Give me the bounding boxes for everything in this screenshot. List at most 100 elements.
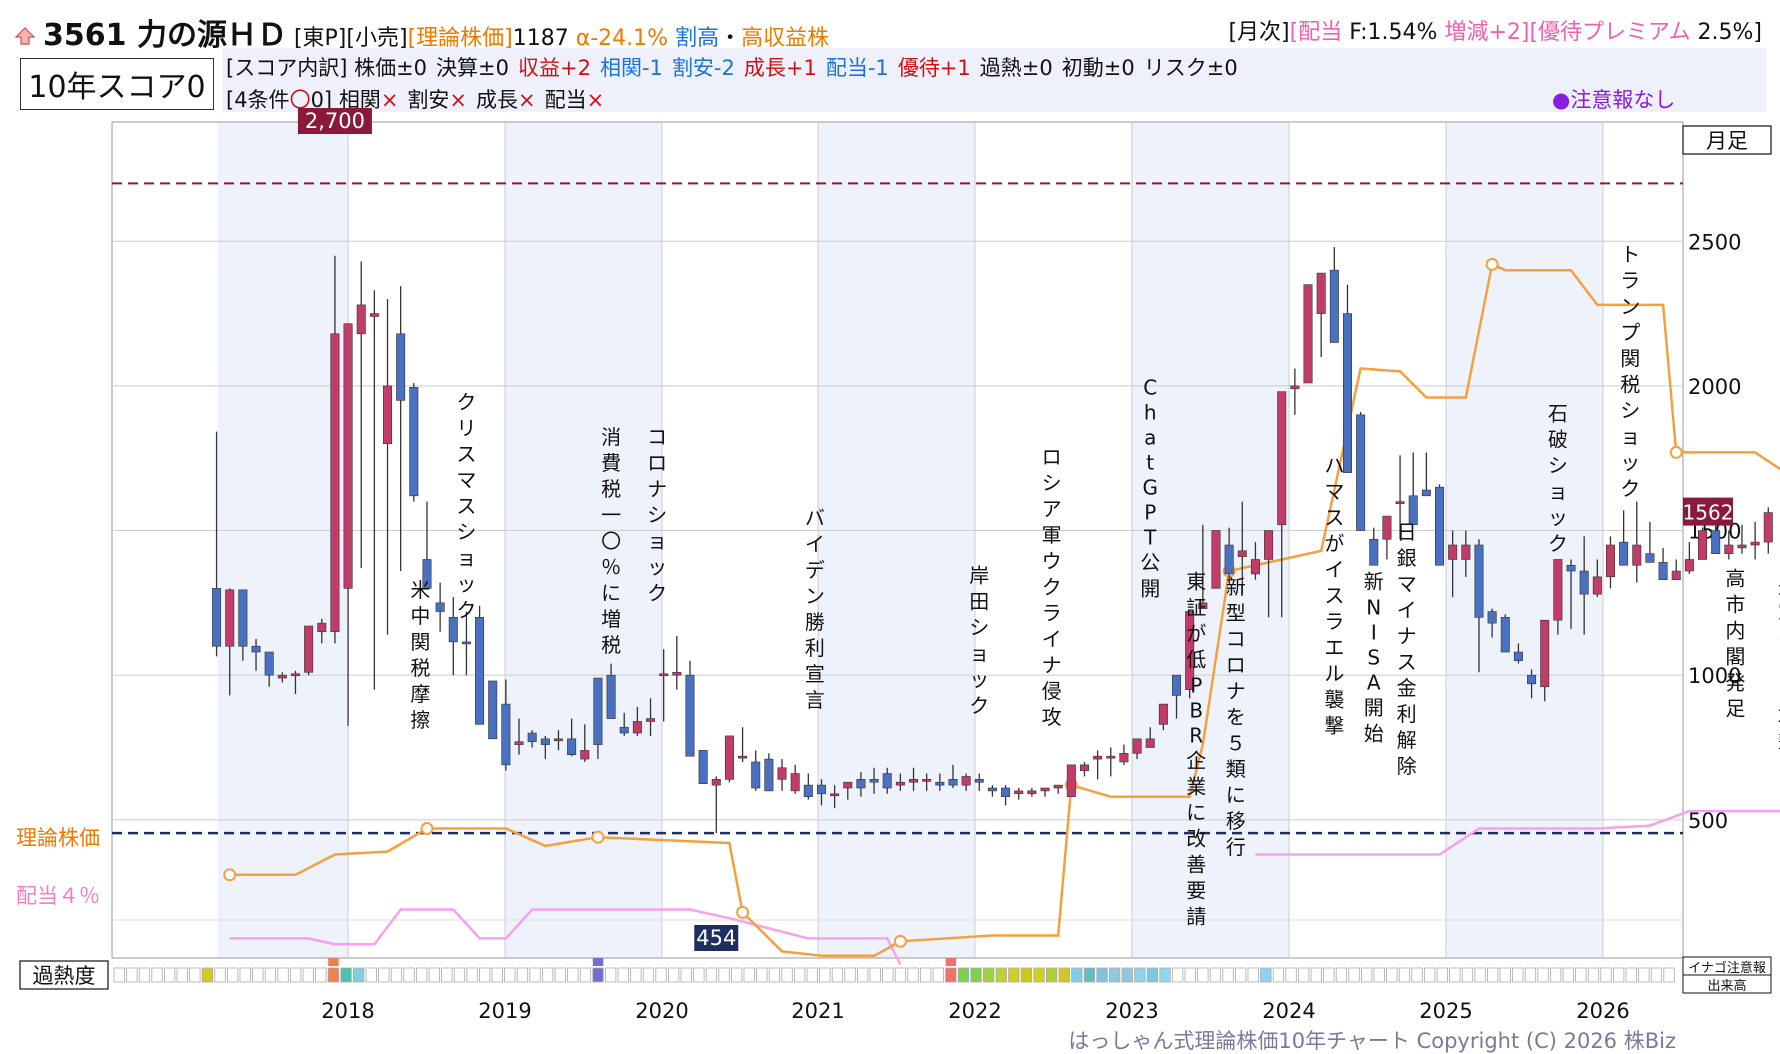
event-char: 業	[1186, 774, 1206, 798]
candle-body	[672, 671, 682, 676]
candle-body	[1027, 790, 1037, 795]
heat-cell	[529, 967, 541, 983]
event-char: 費	[601, 451, 621, 475]
candle-body	[1487, 611, 1497, 624]
heat-cell	[1071, 967, 1083, 983]
event-char: コ	[1226, 627, 1246, 651]
x-tick-label: 2026	[1576, 999, 1629, 1023]
heat-cell	[630, 967, 642, 983]
event-char: 発	[1725, 671, 1745, 695]
candle-body	[567, 738, 577, 756]
event-char: 破	[1548, 428, 1568, 452]
event-annotation: 東証が低PBR企業に改善要請	[1186, 569, 1206, 928]
candle-body	[435, 602, 445, 612]
event-char: 一	[601, 503, 621, 527]
candle-body	[1658, 562, 1668, 581]
event-char: 利	[1397, 702, 1417, 726]
event-char: 攻	[1042, 705, 1062, 729]
heat-cell	[794, 967, 806, 983]
candle-body	[383, 385, 393, 445]
heat-cell	[1348, 967, 1360, 983]
event-char: 開	[1364, 695, 1384, 719]
candle-body	[816, 784, 826, 795]
event-char: ラ	[1324, 610, 1344, 634]
heat-cell	[327, 967, 340, 983]
heat-cell	[567, 967, 579, 983]
event-char: 関	[1620, 347, 1640, 371]
heat-cell	[1373, 967, 1385, 983]
heat-cell	[403, 967, 415, 983]
event-char: シ	[1620, 399, 1640, 423]
heat-cell	[1209, 967, 1222, 983]
heat-cell	[189, 967, 201, 983]
event-char: 侵	[1042, 679, 1062, 703]
candle-body	[1435, 486, 1445, 566]
x-tick-label: 2023	[1105, 999, 1158, 1023]
event-char: 内	[1725, 619, 1745, 643]
candle-body	[1145, 738, 1155, 748]
candle-body	[738, 755, 748, 759]
event-char: シ	[647, 503, 667, 527]
event-char: ％	[601, 555, 621, 579]
candle-body	[1237, 550, 1247, 557]
candle-body	[935, 781, 945, 786]
candle-body	[961, 776, 971, 786]
event-char: エ	[1324, 636, 1344, 660]
theory-legend: 理論株価	[16, 826, 100, 850]
event-char: に	[1226, 783, 1246, 807]
event-char: 始	[1364, 721, 1384, 745]
heat-cell	[1398, 967, 1411, 983]
event-char: イ	[1397, 598, 1417, 622]
heat-cell	[504, 967, 516, 983]
candle-body	[1211, 530, 1221, 589]
event-char: 請	[1186, 904, 1206, 928]
event-annotation: トランプ関税ショック	[1620, 243, 1640, 501]
event-char: ク	[969, 694, 989, 718]
heat-cell	[340, 967, 352, 983]
event-annotation: ロシア軍ウクライナ侵攻	[1042, 445, 1062, 729]
event-char: ョ	[647, 529, 667, 553]
heat-cell	[1008, 967, 1020, 983]
price-chart: 5001000150020002500米中関税摩擦クリスマスショック消費税一〇％…	[16, 108, 1780, 1053]
event-annotation: ハマスがイスラエル襲撃	[1324, 454, 1344, 738]
heat-cell	[642, 967, 655, 983]
heat-cell	[478, 967, 491, 983]
heat-cell	[655, 967, 667, 983]
candle-body	[1079, 764, 1089, 771]
heat-cell	[983, 967, 995, 983]
heat-cell	[869, 967, 881, 983]
heat-cell	[932, 967, 944, 983]
candle-body	[856, 779, 866, 789]
event-char: ５	[1226, 731, 1246, 755]
heat-cell	[516, 967, 529, 983]
event-char: 税	[601, 633, 621, 657]
event-char: A	[1367, 670, 1381, 694]
candle-body	[685, 674, 695, 757]
event-char: を	[1226, 705, 1246, 729]
event-char: t	[1146, 451, 1154, 475]
event-char: ル	[1324, 662, 1344, 686]
heat-cell	[126, 967, 138, 983]
low-label: 454	[696, 926, 736, 950]
event-char: ラ	[1042, 601, 1062, 625]
event-char: が	[1324, 532, 1344, 556]
candle-body	[553, 738, 563, 742]
candle-body	[1250, 559, 1260, 575]
event-char: 低	[1186, 647, 1206, 671]
heat-cell	[945, 967, 957, 983]
candle-body	[1698, 530, 1708, 560]
candle-body	[1579, 570, 1589, 595]
candle-body	[1527, 674, 1537, 685]
heat-cell	[1625, 967, 1637, 983]
heat-cell	[1134, 967, 1146, 983]
candle-body	[1290, 385, 1300, 390]
candle-body	[1053, 784, 1063, 789]
heat-cell	[995, 967, 1007, 983]
candle-body	[212, 588, 222, 647]
event-char: R	[1189, 723, 1203, 747]
candle-body	[1448, 544, 1458, 560]
event-char: 企	[1186, 748, 1206, 772]
candle-body	[1619, 541, 1629, 566]
candle-body	[225, 589, 235, 647]
candle-body	[1395, 501, 1405, 504]
